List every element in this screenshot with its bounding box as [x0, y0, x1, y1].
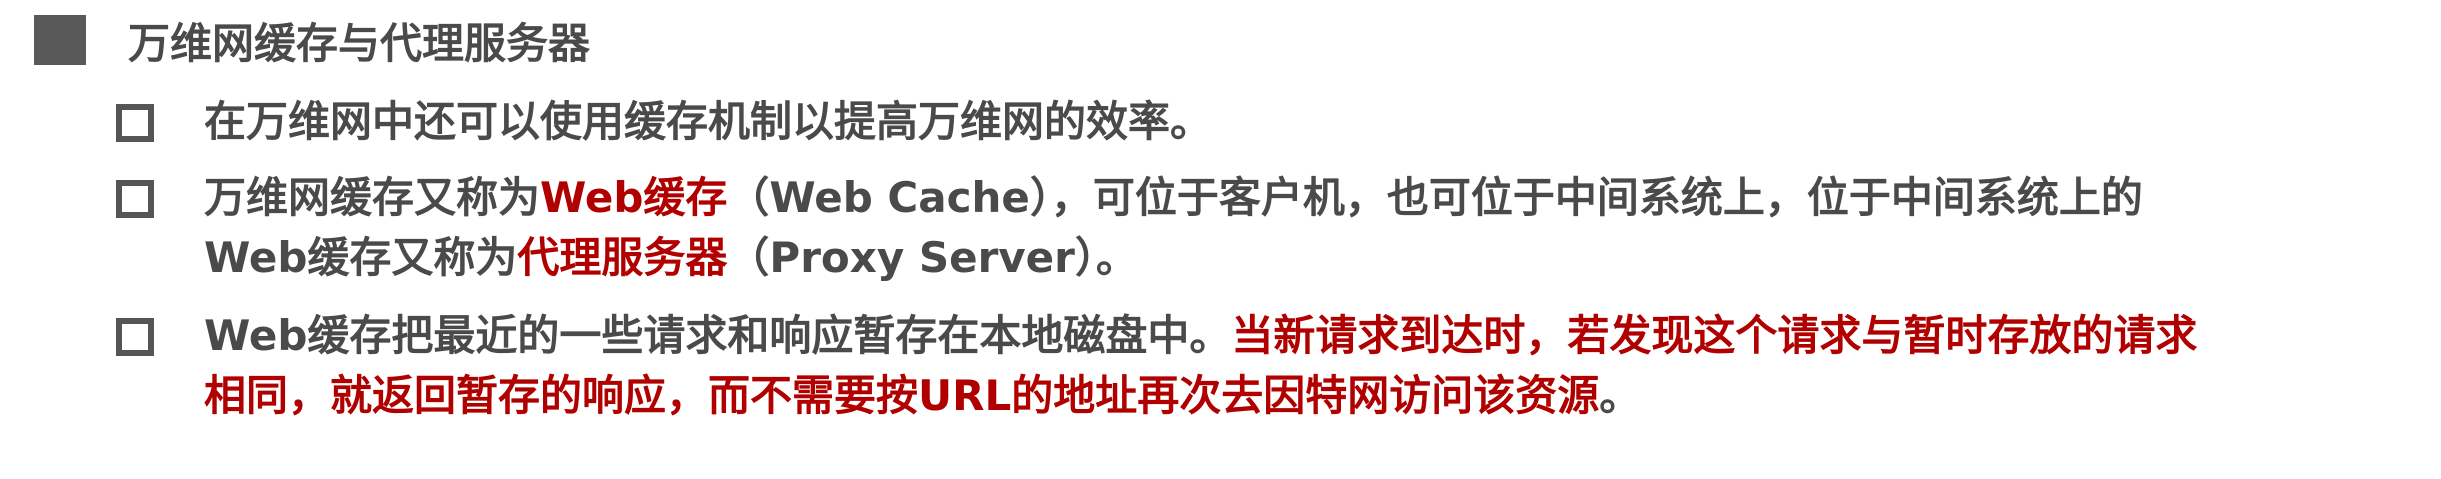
page-title: 万维网缓存与代理服务器: [128, 18, 591, 68]
text-segment: 万维网缓存又称为: [204, 173, 541, 222]
checkbox-bullet-icon: [116, 180, 154, 218]
item-text-2: 万维网缓存又称为Web缓存（Web Cache），可位于客户机，也可位于中间系统…: [204, 168, 2441, 288]
item-text-3: Web缓存把最近的一些请求和响应暂存在本地磁盘中。当新请求到达时，若发现这个请求…: [204, 306, 2441, 426]
section-heading: 万维网缓存与代理服务器: [34, 8, 590, 72]
item-text-1: 在万维网中还可以使用缓存机制以提高万维网的效率。: [204, 92, 2441, 152]
highlight-return-cached: 相同，就返回暂存的响应，而不需要按URL的地址再次去因特网访问该资源: [204, 371, 1600, 420]
item-3-line-1: Web缓存把最近的一些请求和响应暂存在本地磁盘中。当新请求到达时，若发现这个请求…: [204, 306, 2441, 366]
item-1-line-1: 在万维网中还可以使用缓存机制以提高万维网的效率。: [204, 92, 2441, 152]
list-item-2: 万维网缓存又称为Web缓存（Web Cache），可位于客户机，也可位于中间系统…: [116, 168, 2441, 288]
checkbox-bullet-icon: [116, 104, 154, 142]
text-segment: （Proxy Server）。: [727, 233, 1138, 282]
item-3-line-2: 相同，就返回暂存的响应，而不需要按URL的地址再次去因特网访问该资源。: [204, 366, 2441, 426]
text-segment: 。: [1599, 371, 1642, 420]
text-segment: 在万维网中还可以使用缓存机制以提高万维网的效率。: [204, 97, 1213, 146]
highlight-web-cache: Web缓存: [540, 173, 728, 222]
highlight-proxy-server: 代理服务器: [517, 233, 728, 282]
text-segment: （Web Cache），可位于客户机，也可位于中间系统上，位于中间系统上的: [727, 173, 2143, 222]
square-bullet-icon: [34, 15, 86, 65]
text-segment: Web缓存把最近的一些请求和响应暂存在本地磁盘中。: [204, 311, 1232, 360]
list-item-3: Web缓存把最近的一些请求和响应暂存在本地磁盘中。当新请求到达时，若发现这个请求…: [116, 306, 2441, 426]
item-2-line-1: 万维网缓存又称为Web缓存（Web Cache），可位于客户机，也可位于中间系统…: [204, 168, 2441, 228]
checkbox-bullet-icon: [116, 318, 154, 356]
item-2-line-2: Web缓存又称为代理服务器（Proxy Server）。: [204, 228, 2441, 288]
list-item-1: 在万维网中还可以使用缓存机制以提高万维网的效率。: [116, 92, 2441, 152]
highlight-new-request: 当新请求到达时，若发现这个请求与暂时存放的请求: [1231, 311, 2198, 360]
text-segment: Web缓存又称为: [204, 233, 518, 282]
